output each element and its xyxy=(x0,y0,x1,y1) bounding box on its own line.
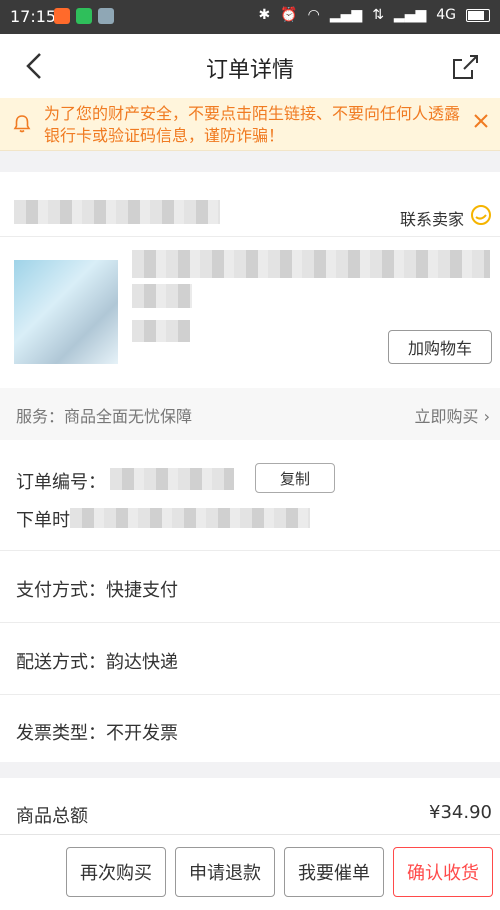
copy-button[interactable]: 复制 xyxy=(255,463,335,493)
total-amount: ¥34.90 xyxy=(429,802,492,823)
contact-seller-link[interactable]: 联系卖家 xyxy=(400,206,464,230)
rebuy-button[interactable]: 再次购买 xyxy=(66,847,166,897)
notification-app-icon xyxy=(54,8,70,24)
product-title-blurred xyxy=(132,250,490,278)
bluetooth-icon: ✱ xyxy=(258,7,271,23)
notification-gallery-icon xyxy=(98,8,114,24)
service-guarantee: 服务：商品全面无忧保障 xyxy=(16,407,193,426)
urge-shipment-button[interactable]: 我要催单 xyxy=(284,847,384,897)
notice-text: 为了您的财产安全，不要点击陌生链接、不要向任何人透露银行卡或验证码信息，谨防诈骗… xyxy=(44,104,461,145)
order-time-blurred xyxy=(70,508,310,528)
store-name-blurred xyxy=(14,200,220,224)
signal-icon: ▂▄▆ xyxy=(329,7,363,23)
bottom-action-bar: 再次购买 申请退款 我要催单 确认收货 xyxy=(0,834,500,910)
bell-icon xyxy=(13,115,31,133)
order-number-blurred xyxy=(110,468,234,490)
battery-icon xyxy=(466,8,490,22)
status-time: 17:15 xyxy=(10,7,57,26)
buy-now-link[interactable]: 立即购买 › xyxy=(414,403,490,427)
data-transfer-icon: ⇅ xyxy=(372,7,384,23)
add-to-cart-button[interactable]: 加购物车 xyxy=(388,330,492,364)
status-bar: 17:15 ✱ ⏰ ◠ ▂▄▆ ⇅ ▂▄▆ 4G xyxy=(0,0,500,34)
order-info-card: 订单编号： 复制 下单时间： 支付方式：快捷支付 配送方式：韵达快递 发票类型：… xyxy=(0,440,500,762)
buy-now-label: 立即购买 xyxy=(414,407,479,426)
status-indicators: ✱ ⏰ ◠ ▂▄▆ ⇅ ▂▄▆ 4G xyxy=(258,7,490,23)
alarm-icon: ⏰ xyxy=(280,7,298,23)
chat-icon[interactable] xyxy=(470,204,492,226)
share-icon[interactable] xyxy=(450,52,480,82)
confirm-receipt-button[interactable]: 确认收货 xyxy=(393,847,493,897)
invoice-type: 发票类型：不开发票 xyxy=(16,723,178,744)
product-spec-blurred xyxy=(132,320,190,342)
signal-icon-2: ▂▄▆ xyxy=(393,7,427,23)
nav-bar: 订单详情 xyxy=(0,34,500,98)
order-number-label: 订单编号： xyxy=(16,472,106,493)
product-title-line2-blurred xyxy=(132,284,192,308)
security-notice: 为了您的财产安全，不要点击陌生链接、不要向任何人透露银行卡或验证码信息，谨防诈骗… xyxy=(0,98,500,151)
product-card: 联系卖家 加购物车 服务：商品全面无忧保障 立即购买 › xyxy=(0,172,500,440)
notification-wechat-icon xyxy=(76,8,92,24)
service-bar: 服务：商品全面无忧保障 立即购买 › xyxy=(0,388,500,440)
network-type: 4G xyxy=(436,7,456,23)
payment-method: 支付方式：快捷支付 xyxy=(16,580,178,601)
close-icon[interactable] xyxy=(470,110,492,132)
total-label: 商品总额 xyxy=(16,806,88,827)
page-title: 订单详情 xyxy=(205,58,294,83)
refund-button[interactable]: 申请退款 xyxy=(175,847,275,897)
wifi-icon: ◠ xyxy=(307,7,320,23)
delivery-method: 配送方式：韵达快递 xyxy=(16,652,178,673)
totals-card: 商品总额 ¥34.90 xyxy=(0,778,500,834)
product-thumbnail[interactable] xyxy=(14,260,118,364)
chevron-right-icon: › xyxy=(483,407,490,426)
